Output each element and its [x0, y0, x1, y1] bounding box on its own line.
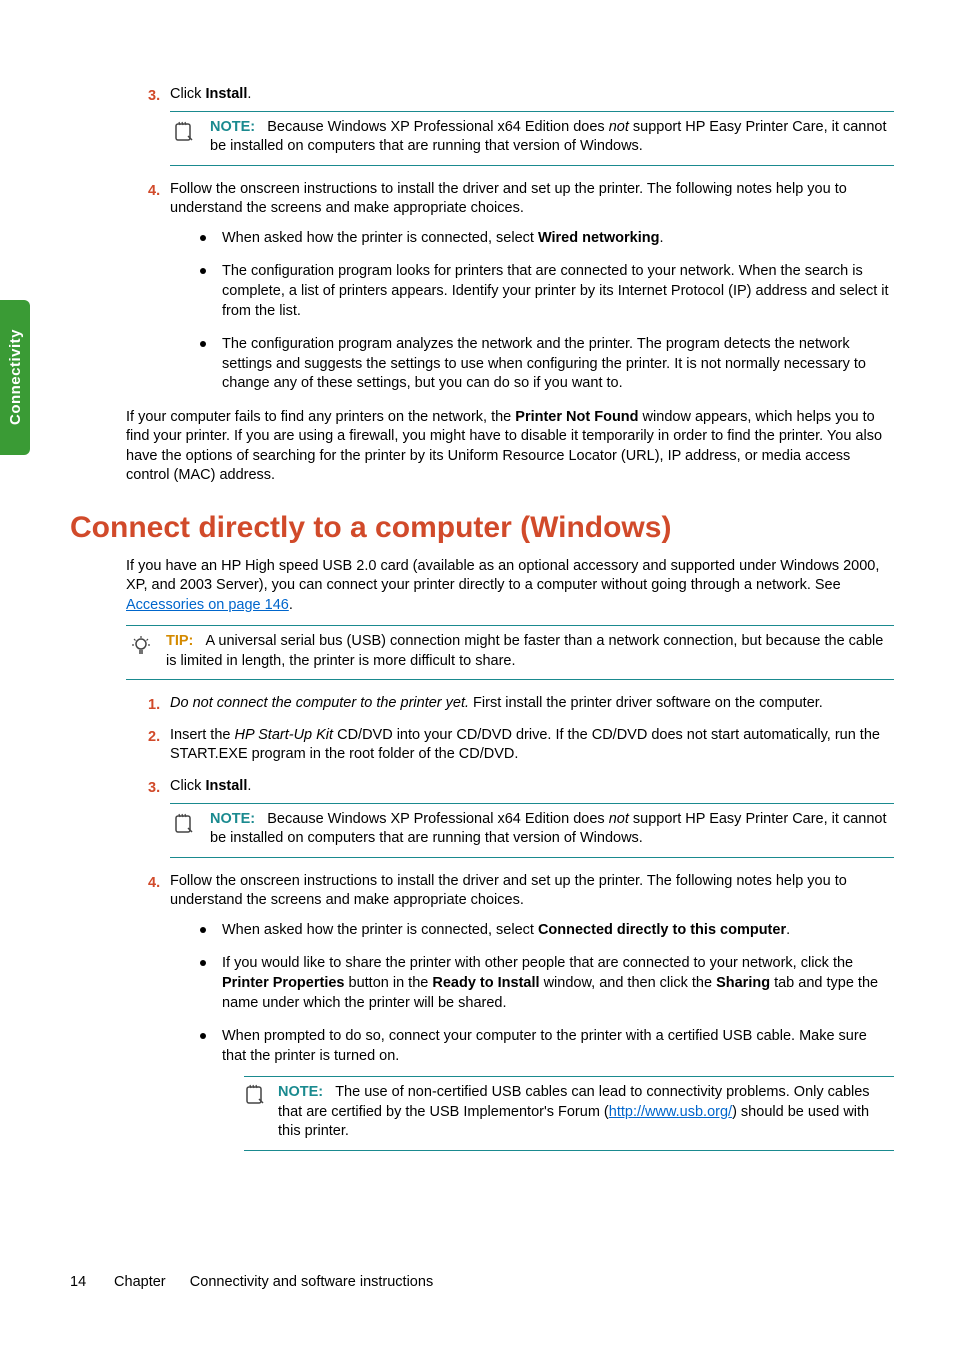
t: If you would like to share the printer w… — [222, 955, 853, 971]
note-label: NOTE: — [210, 119, 255, 135]
t: Connected directly to this computer — [538, 922, 786, 938]
note1-msg: NOTE: Because Windows XP Professional x6… — [210, 118, 894, 157]
t: First install the printer driver softwar… — [469, 695, 823, 711]
t: Because Windows XP Professional x64 Edit… — [267, 119, 608, 135]
tip-callout: TIP: A universal serial bus (USB) connec… — [126, 625, 894, 680]
t: Click — [170, 86, 205, 102]
bullet-wired: When asked how the printer is connected,… — [200, 229, 894, 249]
sstep-3: Click Install. NOTE: Because Windows XP … — [70, 777, 894, 858]
t: When prompted to do so, connect your com… — [222, 1028, 867, 1064]
t: When asked how the printer is connected,… — [222, 922, 538, 938]
note-callout-2: NOTE: Because Windows XP Professional x6… — [170, 803, 894, 858]
t: Insert the — [170, 727, 234, 743]
t: window, and then click the — [540, 975, 717, 991]
side-tab: Connectivity — [0, 300, 30, 455]
t: Click — [170, 778, 205, 794]
note-icon — [170, 118, 200, 146]
page-content: Click Install. NOTE: Because Windows XP … — [70, 85, 894, 1165]
tip-msg: TIP: A universal serial bus (USB) connec… — [166, 632, 894, 671]
page-number: 14 — [70, 1274, 110, 1290]
t: Follow the onscreen instructions to inst… — [170, 873, 847, 909]
usb-org-link[interactable]: http://www.usb.org/ — [609, 1104, 732, 1120]
bullet-analyze: The configuration program analyzes the n… — [200, 335, 894, 394]
t: . — [289, 597, 293, 613]
install-bold: Install — [205, 86, 247, 102]
t: When asked how the printer is connected,… — [222, 230, 538, 246]
tip-label: TIP: — [166, 633, 193, 649]
sstep-2: Insert the HP Start-Up Kit CD/DVD into y… — [70, 726, 894, 765]
note-icon — [244, 1083, 268, 1142]
section-steps: Do not connect the computer to the print… — [70, 694, 894, 1151]
t: Sharing — [716, 975, 770, 991]
sbullet-connected: When asked how the printer is connected,… — [200, 921, 894, 941]
t: Do not connect the computer to the print… — [170, 695, 469, 711]
note-label: NOTE: — [210, 811, 255, 827]
section-heading: Connect directly to a computer (Windows) — [70, 508, 894, 549]
side-tab-label: Connectivity — [7, 329, 24, 425]
t: A universal serial bus (USB) connection … — [166, 633, 883, 669]
t: . — [786, 922, 790, 938]
sstep-1: Do not connect the computer to the print… — [70, 694, 894, 714]
t: If your computer fails to find any print… — [126, 409, 515, 425]
section-intro: If you have an HP High speed USB 2.0 car… — [126, 557, 894, 616]
accessories-link[interactable]: Accessories on page 146 — [126, 597, 289, 613]
sbullet-share: If you would like to share the printer w… — [200, 954, 894, 1013]
t: button in the — [345, 975, 433, 991]
note-callout-3: NOTE: The use of non-certified USB cable… — [244, 1076, 894, 1151]
top-steps: Click Install. NOTE: Because Windows XP … — [70, 85, 894, 394]
printer-not-found-para: If your computer fails to find any print… — [126, 408, 894, 486]
sbullet-connect-usb: When prompted to do so, connect your com… — [200, 1027, 894, 1151]
t: Install — [205, 778, 247, 794]
t: not — [609, 811, 629, 827]
t: Printer Not Found — [515, 409, 638, 425]
t: If you have an HP High speed USB 2.0 car… — [126, 558, 879, 594]
note-label: NOTE: — [278, 1084, 323, 1100]
t: Printer Properties — [222, 975, 345, 991]
note3-msg: NOTE: The use of non-certified USB cable… — [278, 1083, 894, 1142]
t: not — [609, 119, 629, 135]
bullet-search: The configuration program looks for prin… — [200, 262, 894, 321]
sstep-4: Follow the onscreen instructions to inst… — [70, 872, 894, 1151]
footer-title: Connectivity and software instructions — [190, 1274, 433, 1290]
t: Wired networking — [538, 230, 660, 246]
t: HP Start-Up Kit — [234, 727, 333, 743]
note2-msg: NOTE: Because Windows XP Professional x6… — [210, 810, 894, 849]
page-footer: 14 Chapter Connectivity and software ins… — [70, 1274, 433, 1290]
note-callout-1: NOTE: Because Windows XP Professional x6… — [170, 111, 894, 166]
step-3: Click Install. NOTE: Because Windows XP … — [70, 85, 894, 166]
step3-text: Click Install. — [170, 86, 251, 102]
t: . — [247, 778, 251, 794]
step-4: Follow the onscreen instructions to inst… — [70, 180, 894, 394]
step4-bullets: When asked how the printer is connected,… — [200, 229, 894, 394]
tip-icon — [126, 632, 156, 660]
note-icon — [170, 810, 200, 838]
footer-chapter: Chapter — [114, 1274, 166, 1290]
t: Ready to Install — [432, 975, 539, 991]
t: Because Windows XP Professional x64 Edit… — [267, 811, 608, 827]
t: . — [247, 86, 251, 102]
step4-text: Follow the onscreen instructions to inst… — [170, 181, 847, 217]
t: . — [659, 230, 663, 246]
sstep4-bullets: When asked how the printer is connected,… — [200, 921, 894, 1151]
